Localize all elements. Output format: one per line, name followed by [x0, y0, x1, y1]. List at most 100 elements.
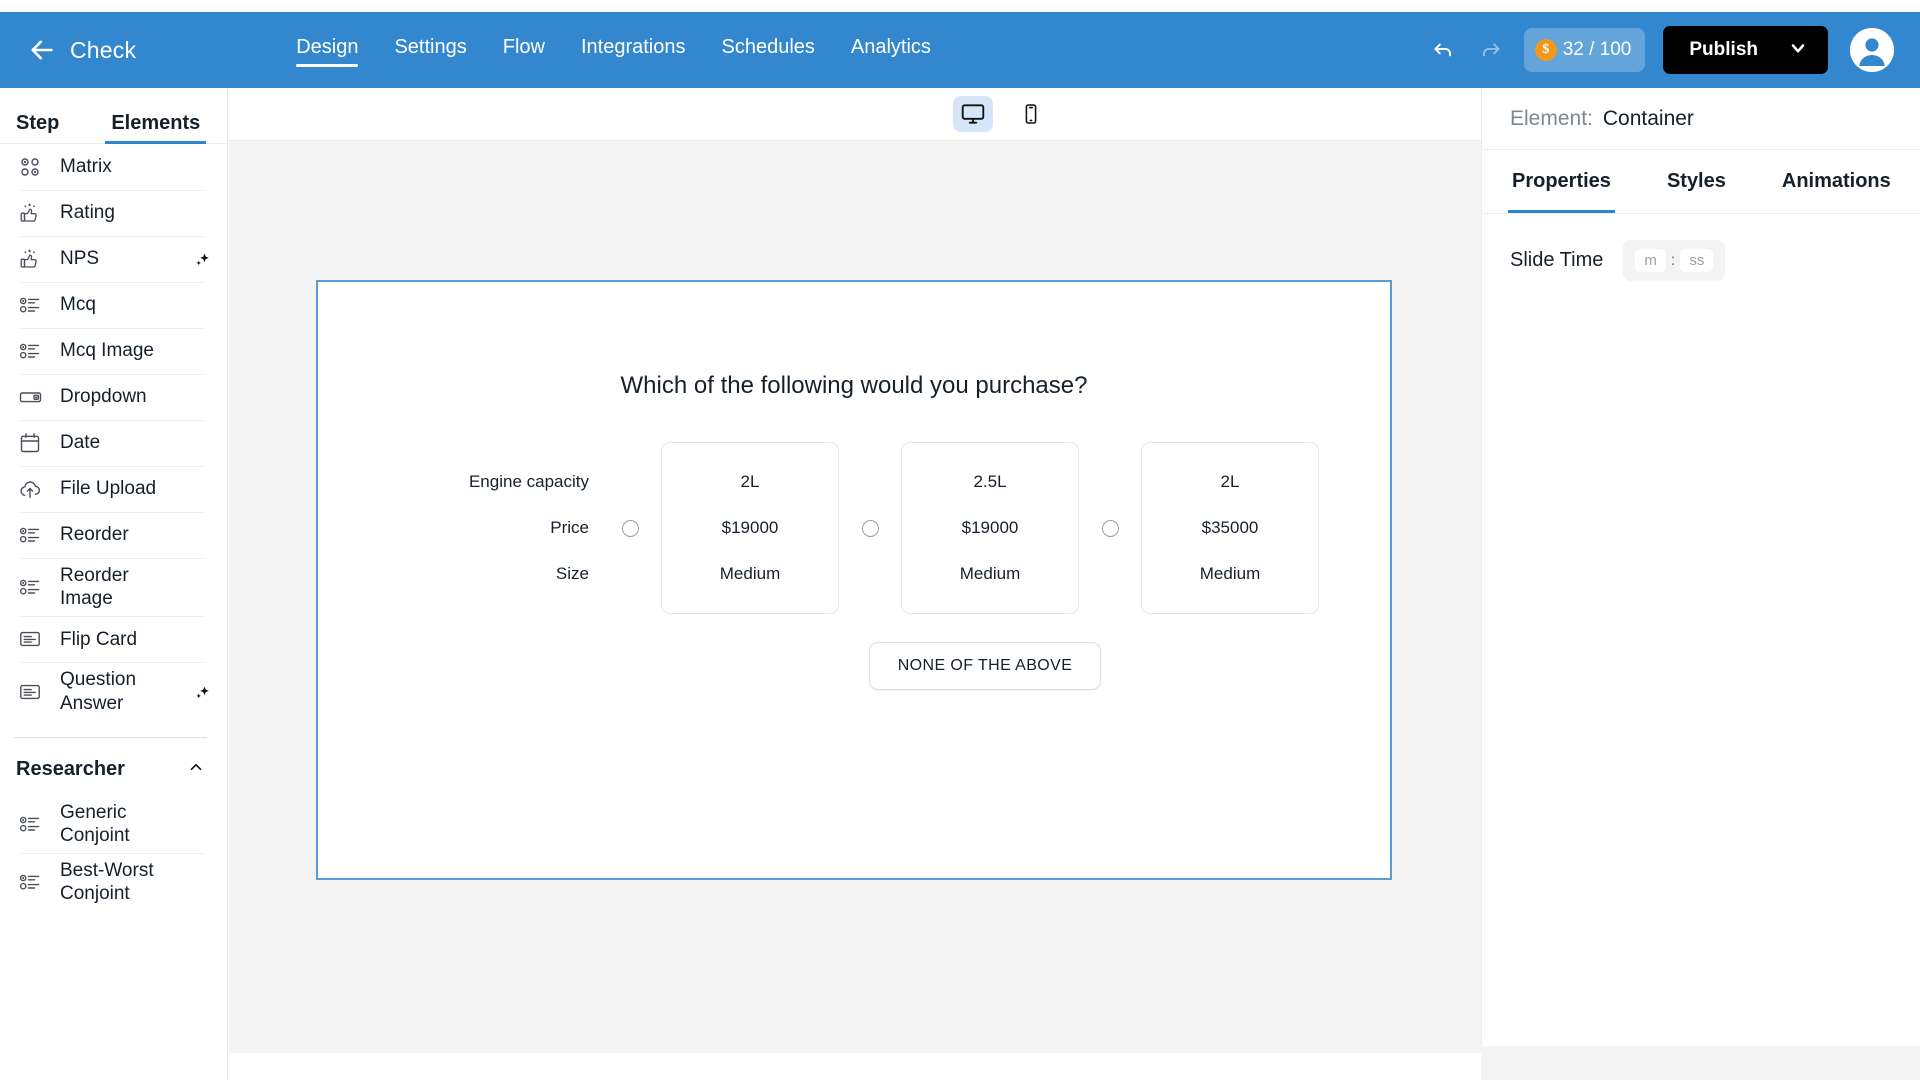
sidebar-item-date[interactable]: Date: [0, 420, 227, 466]
radio-list-icon: [18, 870, 48, 894]
back-button[interactable]: Check: [28, 36, 136, 64]
sidebar-item-dropdown[interactable]: Dropdown: [0, 374, 227, 420]
slide-container[interactable]: Which of the following would you purchas…: [316, 280, 1392, 880]
none-of-the-above-button[interactable]: NONE OF THE ABOVE: [869, 642, 1102, 690]
desktop-icon: [960, 101, 986, 127]
calendar-icon: [18, 431, 48, 455]
tab-animations[interactable]: Animations: [1782, 150, 1891, 213]
profile-radio-2[interactable]: [862, 520, 879, 537]
profile-card-3[interactable]: 2L $35000 Medium: [1141, 442, 1319, 614]
sparkle-icon: [191, 682, 213, 702]
sidebar-item-label: Generic Conjoint: [60, 801, 178, 847]
element-header: Element: Container: [1482, 88, 1920, 150]
question-title: Which of the following would you purchas…: [318, 372, 1390, 400]
sidebar-item-rating[interactable]: Rating: [0, 190, 227, 236]
matrix-icon: [18, 155, 48, 179]
nav-item-flow[interactable]: Flow: [503, 36, 545, 65]
profile-value: $35000: [1142, 505, 1318, 551]
radio-list-icon: [18, 523, 48, 547]
nav-item-schedules[interactable]: Schedules: [721, 36, 814, 65]
profile-value: Medium: [1142, 551, 1318, 597]
elements-sidebar: Step Elements Matrix: [0, 88, 228, 1080]
profile-card-2[interactable]: 2.5L $19000 Medium: [901, 442, 1079, 614]
nav-item-integrations[interactable]: Integrations: [581, 36, 686, 65]
sidebar-item-label: Mcq: [60, 293, 96, 316]
radio-list-icon: [18, 293, 48, 317]
properties-tabs: Properties Styles Animations: [1482, 150, 1920, 214]
slide-time-seconds[interactable]: ss: [1680, 249, 1713, 272]
chevron-down-icon[interactable]: [1788, 38, 1808, 63]
profile-radio-3[interactable]: [1102, 520, 1119, 537]
sparkle-icon: [191, 249, 213, 269]
sidebar-item-best-worst-conjoint[interactable]: Best-Worst Conjoint: [0, 853, 227, 911]
redo-button[interactable]: [1476, 35, 1506, 65]
undo-icon: [1430, 37, 1456, 63]
sidebar-item-mcq[interactable]: Mcq: [0, 282, 227, 328]
publish-button[interactable]: Publish: [1663, 26, 1828, 74]
profile-value: Medium: [902, 551, 1078, 597]
attribute-labels-column: Engine capacity Price Size: [419, 442, 599, 614]
sidebar-item-question-answer[interactable]: Question Answer: [0, 662, 227, 720]
card-text-icon: [18, 680, 48, 704]
sidebar-item-label: NPS: [60, 247, 99, 270]
nav-item-settings[interactable]: Settings: [394, 36, 466, 65]
sidebar-item-reorder[interactable]: Reorder: [0, 512, 227, 558]
tab-styles[interactable]: Styles: [1667, 150, 1726, 213]
sidebar-item-label: Matrix: [60, 155, 112, 178]
sidebar-element-list: Matrix Rating: [0, 144, 227, 721]
sidebar-item-label: Dropdown: [60, 385, 147, 408]
credits-badge[interactable]: $ 32 / 100: [1524, 28, 1646, 72]
slide-time-colon: :: [1668, 252, 1678, 270]
nav-item-analytics[interactable]: Analytics: [851, 36, 931, 65]
sidebar-researcher-list: Generic Conjoint Best-Worst Conjoint: [0, 795, 227, 912]
sidebar-tabs: Step Elements: [0, 88, 227, 144]
sidebar-tab-elements[interactable]: Elements: [111, 112, 200, 143]
mobile-view-button[interactable]: [1011, 96, 1051, 132]
sidebar-item-label: Reorder Image: [60, 564, 178, 610]
profile-radio-1-wrap: [599, 442, 661, 614]
thumbs-up-star-icon: [18, 247, 48, 271]
sidebar-item-nps[interactable]: NPS: [0, 236, 227, 282]
avatar[interactable]: [1850, 28, 1894, 72]
sidebar-tab-step[interactable]: Step: [16, 112, 59, 143]
mobile-icon: [1020, 101, 1042, 127]
profile-value: 2L: [662, 459, 838, 505]
nav-item-design[interactable]: Design: [296, 36, 358, 65]
profile-value: $19000: [662, 505, 838, 551]
attribute-label: Size: [419, 551, 599, 597]
sidebar-item-reorder-image[interactable]: Reorder Image: [0, 558, 227, 616]
profile-radio-2-wrap: [839, 442, 901, 614]
profile-value: $19000: [902, 505, 1078, 551]
profile-radio-1[interactable]: [622, 520, 639, 537]
cloud-upload-icon: [18, 477, 48, 501]
coin-icon: $: [1535, 39, 1557, 61]
attribute-label: Engine capacity: [419, 459, 599, 505]
undo-button[interactable]: [1428, 35, 1458, 65]
main-nav: Design Settings Flow Integrations Schedu…: [296, 36, 931, 65]
profile-value: Medium: [662, 551, 838, 597]
sidebar-item-label: Rating: [60, 201, 115, 224]
profile-radio-3-wrap: [1079, 442, 1141, 614]
sidebar-item-generic-conjoint[interactable]: Generic Conjoint: [0, 795, 227, 853]
slide-time-minutes[interactable]: m: [1635, 249, 1666, 272]
sidebar-section-researcher[interactable]: Researcher: [0, 738, 227, 795]
slide-time-input[interactable]: m : ss: [1623, 240, 1725, 281]
tab-properties[interactable]: Properties: [1512, 150, 1611, 213]
back-label: Check: [70, 37, 136, 64]
header-actions: $ 32 / 100 Publish: [1428, 26, 1894, 74]
sidebar-item-mcq-image[interactable]: Mcq Image: [0, 328, 227, 374]
sidebar-item-label: Question Answer: [60, 668, 178, 714]
attribute-label: Price: [419, 505, 599, 551]
element-value-label: Container: [1603, 107, 1694, 131]
sidebar-item-matrix[interactable]: Matrix: [0, 144, 227, 190]
element-key-label: Element:: [1510, 107, 1593, 131]
conjoint-grid: Engine capacity Price Size 2L $19000 Med…: [318, 442, 1390, 614]
properties-panel: Element: Container Properties Styles Ani…: [1481, 88, 1920, 1046]
sidebar-item-flip-card[interactable]: Flip Card: [0, 616, 227, 662]
profile-card-1[interactable]: 2L $19000 Medium: [661, 442, 839, 614]
sidebar-item-label: Flip Card: [60, 628, 137, 651]
sidebar-item-label: Best-Worst Conjoint: [60, 859, 178, 905]
chevron-up-icon[interactable]: [187, 758, 205, 781]
sidebar-item-file-upload[interactable]: File Upload: [0, 466, 227, 512]
desktop-view-button[interactable]: [953, 96, 993, 132]
